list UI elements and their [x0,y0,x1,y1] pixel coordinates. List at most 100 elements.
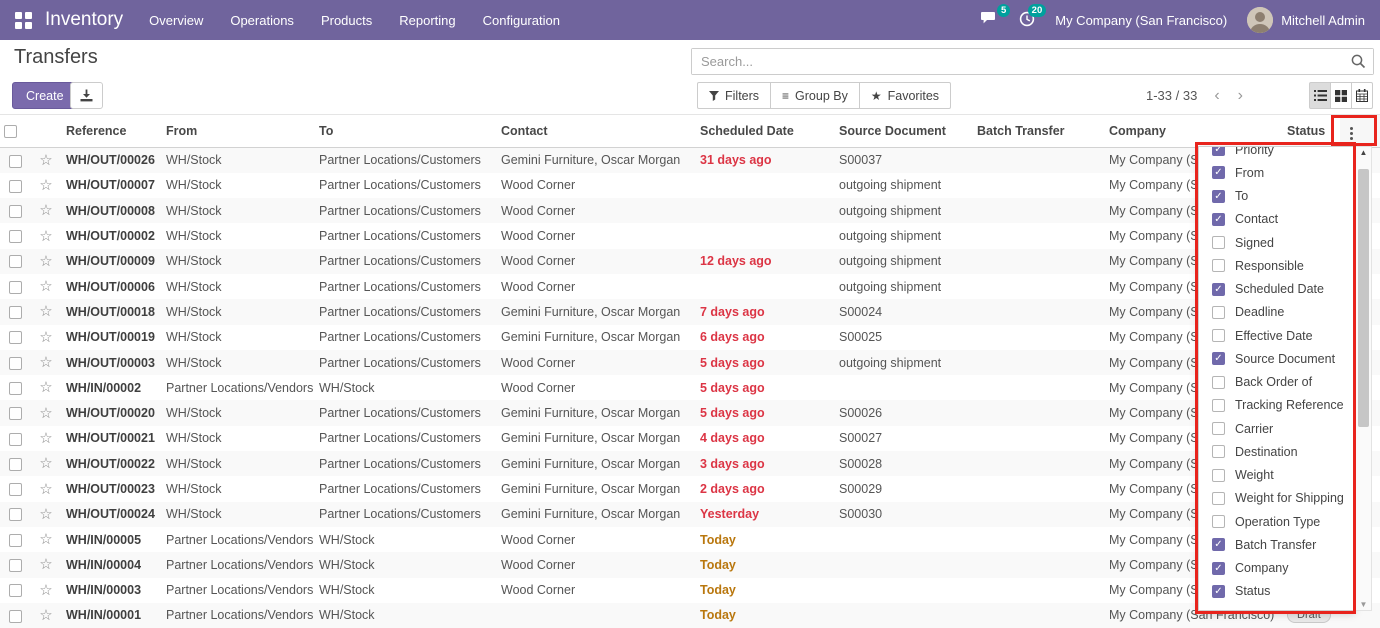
favorites-button[interactable]: ★ Favorites [859,82,951,109]
nav-item-reporting[interactable]: Reporting [399,13,455,28]
row-checkbox[interactable] [9,180,22,193]
row-checkbox[interactable] [9,508,22,521]
column-option-back-order-of[interactable]: Back Order of [1199,371,1354,394]
favorite-star-icon[interactable]: ☆ [39,329,52,346]
table-row[interactable]: ☆ WH/OUT/00009 WH/Stock Partner Location… [0,249,1380,274]
unchecked-checkbox-icon[interactable] [1212,445,1225,458]
favorite-star-icon[interactable]: ☆ [39,253,52,270]
unchecked-checkbox-icon[interactable] [1212,469,1225,482]
column-option-weight-for-shipping[interactable]: Weight for Shipping [1199,487,1354,510]
row-checkbox[interactable] [9,306,22,319]
checked-checkbox-icon[interactable]: ✓ [1212,538,1225,551]
favorite-star-icon[interactable]: ☆ [39,354,52,371]
column-option-tracking-reference[interactable]: Tracking Reference [1199,394,1354,417]
header-from[interactable]: From [162,115,315,148]
apps-grid-icon[interactable] [15,12,32,29]
column-option-contact[interactable]: ✓Contact [1199,208,1354,231]
column-option-scheduled-date[interactable]: ✓Scheduled Date [1199,278,1354,301]
row-checkbox[interactable] [9,407,22,420]
favorite-star-icon[interactable]: ☆ [39,152,52,169]
row-checkbox[interactable] [9,610,22,623]
table-row[interactable]: ☆ WH/OUT/00021 WH/Stock Partner Location… [0,426,1380,451]
nav-item-products[interactable]: Products [321,13,372,28]
column-option-destination[interactable]: Destination [1199,440,1354,463]
favorite-star-icon[interactable]: ☆ [39,506,52,523]
nav-item-configuration[interactable]: Configuration [483,13,560,28]
kanban-view-button[interactable] [1330,82,1352,109]
favorite-star-icon[interactable]: ☆ [39,303,52,320]
column-option-operation-type[interactable]: Operation Type [1199,510,1354,533]
row-checkbox[interactable] [9,382,22,395]
search-icon[interactable] [1351,54,1366,69]
unchecked-checkbox-icon[interactable] [1212,515,1225,528]
row-checkbox[interactable] [9,205,22,218]
nav-item-overview[interactable]: Overview [149,13,203,28]
table-row[interactable]: ☆ WH/OUT/00024 WH/Stock Partner Location… [0,502,1380,527]
favorite-star-icon[interactable]: ☆ [39,177,52,194]
user-avatar[interactable] [1247,7,1273,33]
row-checkbox[interactable] [9,155,22,168]
user-menu[interactable]: Mitchell Admin [1281,13,1365,28]
scroll-up-icon[interactable]: ▲ [1356,148,1371,157]
group-by-button[interactable]: ≡ Group By [770,82,860,109]
table-row[interactable]: ☆ WH/OUT/00003 WH/Stock Partner Location… [0,350,1380,375]
table-row[interactable]: ☆ WH/OUT/00023 WH/Stock Partner Location… [0,476,1380,501]
favorite-star-icon[interactable]: ☆ [39,556,52,573]
column-option-status[interactable]: ✓Status [1199,580,1354,603]
column-option-responsible[interactable]: Responsible [1199,254,1354,277]
create-button[interactable]: Create [12,82,78,109]
header-company[interactable]: Company [1105,115,1283,148]
table-row[interactable]: ☆ WH/IN/00005 Partner Locations/Vendors … [0,527,1380,552]
favorite-star-icon[interactable]: ☆ [39,278,52,295]
optional-columns-toggle-icon[interactable] [1344,124,1359,143]
column-option-carrier[interactable]: Carrier [1199,417,1354,440]
table-row[interactable]: ☆ WH/OUT/00018 WH/Stock Partner Location… [0,299,1380,324]
checked-checkbox-icon[interactable]: ✓ [1212,190,1225,203]
favorite-star-icon[interactable]: ☆ [39,582,52,599]
messages-icon[interactable]: 5 [981,11,999,29]
column-option-company[interactable]: ✓Company [1199,557,1354,580]
table-row[interactable]: ☆ WH/OUT/00006 WH/Stock Partner Location… [0,274,1380,299]
column-option-batch-transfer[interactable]: ✓Batch Transfer [1199,533,1354,556]
favorite-star-icon[interactable]: ☆ [39,607,52,624]
search-input[interactable] [692,49,1373,74]
activities-icon[interactable]: 20 [1019,11,1035,30]
column-option-effective-date[interactable]: Effective Date [1199,324,1354,347]
list-view-button[interactable] [1309,82,1331,109]
unchecked-checkbox-icon[interactable] [1212,492,1225,505]
import-button[interactable] [70,82,103,109]
table-row[interactable]: ☆ WH/IN/00003 Partner Locations/Vendors … [0,578,1380,603]
favorite-star-icon[interactable]: ☆ [39,405,52,422]
table-row[interactable]: ☆ WH/IN/00002 Partner Locations/Vendors … [0,375,1380,400]
app-name[interactable]: Inventory [45,9,123,31]
row-checkbox[interactable] [9,458,22,471]
row-checkbox[interactable] [9,230,22,243]
checked-checkbox-icon[interactable]: ✓ [1212,562,1225,575]
calendar-view-button[interactable] [1351,82,1373,109]
unchecked-checkbox-icon[interactable] [1212,422,1225,435]
favorite-star-icon[interactable]: ☆ [39,481,52,498]
header-scheduled-date[interactable]: Scheduled Date [696,115,835,148]
favorite-star-icon[interactable]: ☆ [39,531,52,548]
header-contact[interactable]: Contact [497,115,696,148]
row-checkbox[interactable] [9,255,22,268]
table-row[interactable]: ☆ WH/IN/00001 Partner Locations/Vendors … [0,603,1380,628]
unchecked-checkbox-icon[interactable] [1212,259,1225,272]
header-batch-transfer[interactable]: Batch Transfer [973,115,1105,148]
header-source-document[interactable]: Source Document [835,115,973,148]
table-row[interactable]: ☆ WH/OUT/00002 WH/Stock Partner Location… [0,223,1380,248]
row-checkbox[interactable] [9,584,22,597]
row-checkbox[interactable] [9,483,22,496]
nav-item-operations[interactable]: Operations [230,13,294,28]
column-option-to[interactable]: ✓To [1199,185,1354,208]
unchecked-checkbox-icon[interactable] [1212,236,1225,249]
row-checkbox[interactable] [9,357,22,370]
checked-checkbox-icon[interactable]: ✓ [1212,213,1225,226]
unchecked-checkbox-icon[interactable] [1212,399,1225,412]
scroll-down-icon[interactable]: ▼ [1356,600,1371,609]
checked-checkbox-icon[interactable]: ✓ [1212,166,1225,179]
checked-checkbox-icon[interactable]: ✓ [1212,352,1225,365]
header-status[interactable]: Status [1283,115,1340,148]
pager-previous-icon[interactable]: ‹ [1205,87,1228,105]
column-option-weight[interactable]: Weight [1199,464,1354,487]
